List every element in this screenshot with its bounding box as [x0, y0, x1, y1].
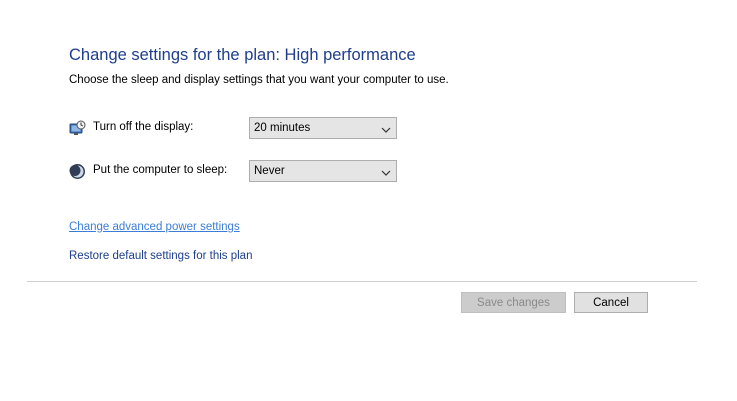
chevron-down-icon: [380, 166, 392, 178]
display-setting-row: Turn off the display: 20 minutes: [69, 117, 409, 141]
display-timeout-dropdown[interactable]: 20 minutes: [249, 117, 397, 139]
sleep-moon-icon: [69, 163, 86, 180]
divider: [27, 281, 697, 282]
sleep-setting-row: Put the computer to sleep: Never: [69, 160, 409, 184]
restore-defaults-link[interactable]: Restore default settings for this plan: [69, 250, 252, 262]
change-advanced-settings-link[interactable]: Change advanced power settings: [69, 221, 240, 233]
sleep-setting-label: Put the computer to sleep:: [93, 164, 228, 176]
cancel-button[interactable]: Cancel: [574, 292, 648, 313]
chevron-down-icon: [380, 123, 392, 135]
sleep-timeout-dropdown[interactable]: Never: [249, 160, 397, 182]
page-subtitle: Choose the sleep and display settings th…: [69, 74, 449, 86]
display-setting-label: Turn off the display:: [93, 121, 194, 133]
save-changes-button[interactable]: Save changes: [461, 292, 566, 313]
display-timeout-value: 20 minutes: [254, 122, 311, 134]
display-power-icon: [69, 120, 86, 137]
page-title: Change settings for the plan: High perfo…: [69, 46, 416, 64]
sleep-timeout-value: Never: [254, 165, 285, 177]
